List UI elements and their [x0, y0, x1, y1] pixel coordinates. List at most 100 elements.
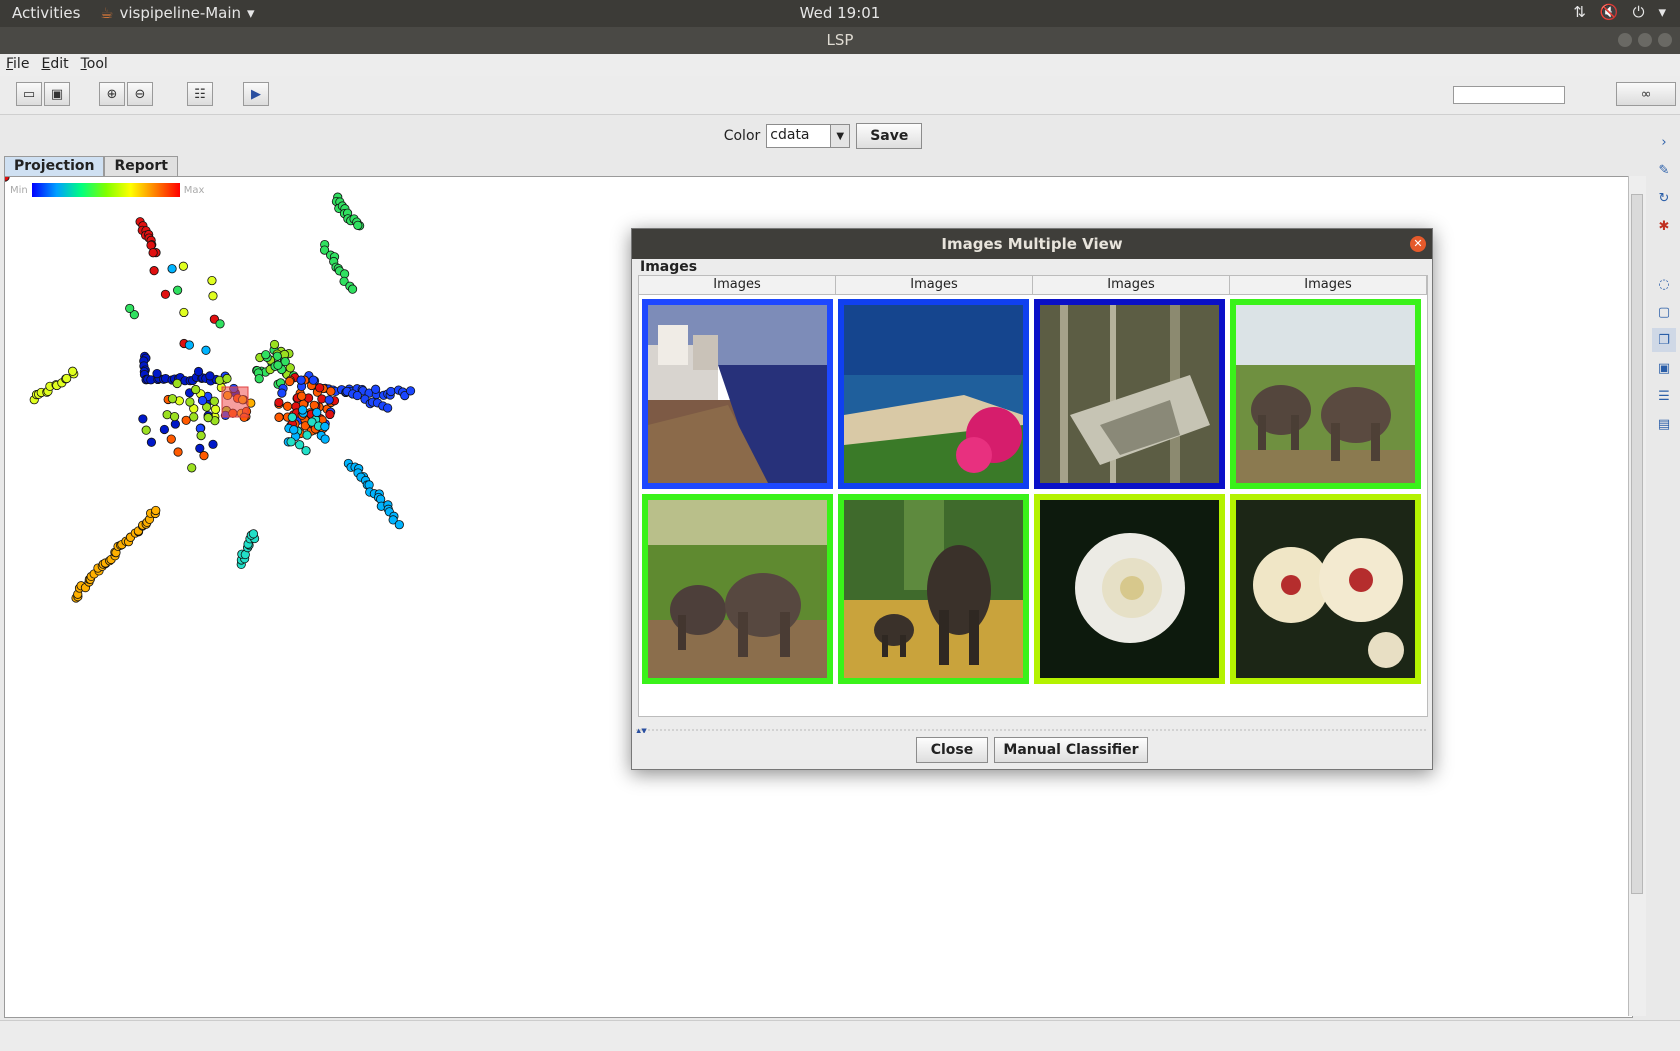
projection-point[interactable]	[179, 307, 189, 318]
refresh-button[interactable]: ↻	[1652, 186, 1676, 210]
column-header[interactable]: Images	[1230, 276, 1427, 295]
projection-point[interactable]	[282, 401, 293, 411]
image-cell-elephants-plain[interactable]	[642, 494, 833, 684]
projection-point[interactable]	[277, 388, 287, 398]
projection-point[interactable]	[308, 375, 318, 385]
projection-point[interactable]	[222, 373, 232, 384]
run-button[interactable]: ▶	[243, 82, 269, 106]
projection-point[interactable]	[151, 505, 161, 516]
selection-rectangle[interactable]	[221, 386, 249, 418]
projection-point[interactable]	[191, 384, 201, 395]
image-cell-jungle-wreck[interactable]	[1034, 299, 1225, 489]
projection-point[interactable]	[215, 319, 225, 329]
system-tray[interactable]: ⇅ 🔇 ⏻ ▾	[1573, 3, 1666, 21]
image-cell-white-rose[interactable]	[1034, 494, 1225, 684]
close-button[interactable]: Close	[916, 737, 988, 763]
splitter-handle[interactable]: ▲▼	[632, 727, 1432, 733]
projection-point[interactable]	[208, 439, 218, 449]
projection-point[interactable]	[195, 443, 205, 453]
projection-point[interactable]	[203, 413, 213, 423]
frame2-button[interactable]: ▣	[1652, 356, 1676, 380]
projection-point[interactable]	[173, 447, 183, 457]
projection-point[interactable]	[274, 397, 284, 408]
projection-point[interactable]	[141, 425, 151, 435]
projection-point[interactable]	[326, 386, 336, 396]
projection-point[interactable]	[324, 395, 334, 405]
minimize-button[interactable]	[1618, 33, 1632, 47]
color-combo[interactable]: cdata ▼	[766, 124, 851, 148]
chevron-down-icon[interactable]: ▼	[830, 125, 850, 147]
menu-tool[interactable]: Tool	[75, 54, 114, 76]
projection-point[interactable]	[152, 369, 162, 379]
tree-layout-button[interactable]: ✱	[1652, 214, 1676, 238]
vertical-scrollbar[interactable]	[1628, 176, 1646, 1016]
save-toolbar-button[interactable]: ▣	[44, 82, 70, 106]
projection-point[interactable]	[5, 177, 10, 182]
projection-point[interactable]	[162, 410, 172, 420]
projection-point[interactable]	[298, 405, 308, 415]
projection-point[interactable]	[371, 384, 381, 394]
forward-button[interactable]: ›	[1652, 130, 1676, 154]
projection-point[interactable]	[269, 339, 280, 350]
search-input[interactable]	[1453, 86, 1565, 104]
projection-point[interactable]	[197, 395, 208, 406]
scrollbar-thumb[interactable]	[1631, 194, 1643, 894]
projection-point[interactable]	[146, 437, 157, 447]
tree-view-button[interactable]: ☷	[187, 82, 213, 106]
projection-point[interactable]	[315, 383, 325, 393]
tab-projection[interactable]: Projection	[4, 156, 105, 176]
open-button[interactable]: ▭	[16, 82, 42, 106]
projection-point[interactable]	[201, 345, 211, 355]
projection-point[interactable]	[184, 340, 194, 350]
projection-point[interactable]	[286, 437, 296, 447]
edit-button[interactable]: ✎	[1652, 158, 1676, 182]
projection-point[interactable]	[167, 264, 177, 274]
save-button[interactable]: Save	[856, 123, 923, 149]
image-cell-tropical-beach[interactable]	[838, 299, 1029, 489]
projection-point[interactable]	[274, 412, 284, 422]
projection-point[interactable]	[193, 366, 204, 377]
projection-point[interactable]	[383, 403, 393, 413]
projection-point[interactable]	[189, 412, 199, 422]
image-cell-two-elephants[interactable]	[1230, 299, 1421, 489]
projection-point[interactable]	[166, 434, 176, 444]
copy-button[interactable]: ❐	[1652, 328, 1676, 352]
close-window-button[interactable]	[1658, 33, 1672, 47]
projection-point[interactable]	[208, 291, 218, 301]
tab-report[interactable]: Report	[104, 156, 178, 176]
projection-point[interactable]	[347, 284, 358, 294]
projection-point[interactable]	[181, 415, 191, 425]
projection-point[interactable]	[170, 419, 180, 429]
projection-point[interactable]	[261, 350, 271, 360]
table-button[interactable]: ☰	[1652, 384, 1676, 408]
projection-point[interactable]	[405, 386, 416, 396]
projection-point[interactable]	[173, 285, 183, 295]
projection-point[interactable]	[138, 414, 148, 424]
image-cell-white-flowers[interactable]	[1230, 494, 1421, 684]
projection-point[interactable]	[386, 386, 396, 397]
find-button[interactable]: ∞	[1616, 82, 1676, 106]
menu-edit[interactable]: Edit	[35, 54, 74, 76]
projection-point[interactable]	[285, 376, 295, 387]
projection-point[interactable]	[159, 424, 169, 435]
image-cell-beach-town[interactable]	[642, 299, 833, 489]
projection-point[interactable]	[273, 360, 283, 370]
projection-point[interactable]	[254, 374, 264, 384]
projection-point[interactable]	[248, 529, 259, 539]
projection-point[interactable]	[185, 397, 195, 407]
projection-point[interactable]	[160, 289, 171, 299]
projection-point[interactable]	[207, 275, 217, 286]
projection-point[interactable]	[209, 396, 219, 406]
projection-point[interactable]	[320, 421, 330, 432]
projection-point[interactable]	[169, 411, 180, 422]
projection-point[interactable]	[214, 375, 225, 385]
column-header[interactable]: Images	[836, 276, 1033, 295]
zoom-out-button[interactable]: ⊖	[127, 82, 153, 106]
projection-point[interactable]	[289, 425, 299, 435]
frame-button[interactable]: ▢	[1652, 300, 1676, 324]
image-cell-elephant-calf[interactable]	[838, 494, 1029, 684]
projection-point[interactable]	[301, 446, 311, 456]
window-button[interactable]: ▤	[1652, 412, 1676, 436]
projection-point[interactable]	[210, 404, 221, 414]
dialog-close-icon[interactable]: ✕	[1410, 236, 1426, 252]
